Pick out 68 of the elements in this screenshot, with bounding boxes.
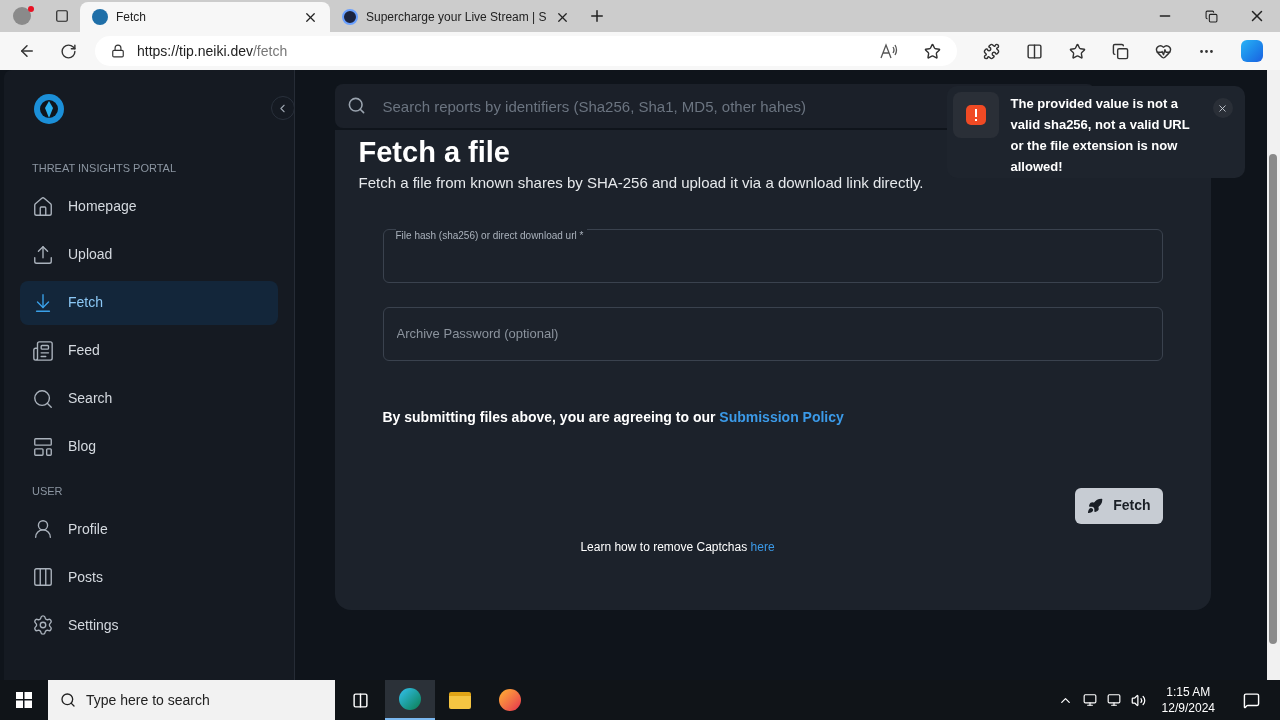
submission-policy-link[interactable]: Submission Policy	[719, 408, 844, 425]
split-screen-icon[interactable]	[1026, 42, 1043, 60]
error-icon	[965, 105, 986, 125]
browser-tab[interactable]: Supercharge your Live Stream | S	[330, 2, 580, 32]
collapse-sidebar-button[interactable]	[270, 96, 294, 120]
collections-icon[interactable]	[1112, 42, 1129, 60]
home-icon	[32, 195, 54, 218]
agreement-text: By submitting files above, you are agreeing to our Submission Policy	[382, 407, 845, 427]
upload-icon	[32, 243, 54, 266]
sidebar-item[interactable]: Settings	[20, 603, 278, 647]
edge-icon[interactable]	[399, 688, 421, 710]
firefox-icon[interactable]	[499, 689, 521, 711]
tab-title: Fetch	[116, 9, 147, 26]
sidebar-item[interactable]: Search	[20, 376, 278, 421]
site-favicon	[342, 9, 358, 25]
search-icon	[60, 692, 76, 708]
tab-actions-icon[interactable]	[55, 9, 69, 23]
restore-icon[interactable]	[1204, 9, 1218, 23]
blog-icon	[32, 435, 54, 458]
extensions-icon[interactable]	[983, 42, 1000, 60]
profile-icon	[32, 518, 54, 540]
read-aloud-icon[interactable]	[880, 43, 898, 59]
captcha-link[interactable]: here	[750, 539, 775, 554]
posts-icon	[32, 566, 54, 588]
sidebar-item[interactable]: Blog	[20, 424, 278, 469]
search-icon	[346, 96, 366, 115]
new-tab-icon[interactable]	[588, 7, 606, 25]
close-icon	[1217, 102, 1228, 114]
sidebar-item[interactable]: Posts	[20, 555, 278, 599]
sidebar-item[interactable]: Fetch	[20, 280, 278, 325]
site-favicon	[92, 9, 108, 25]
notifications-icon[interactable]	[1243, 691, 1260, 709]
feed-icon	[32, 339, 54, 362]
section-heading: THREAT INSIGHTS PORTAL	[31, 161, 178, 176]
input-field[interactable]: Archive Password (optional)	[382, 306, 1163, 361]
captcha-text: Learn how to remove Captchas here	[579, 538, 776, 556]
clock[interactable]: 1:15 AM 12/9/2024	[1155, 684, 1221, 716]
favorite-icon[interactable]	[924, 42, 941, 60]
profile-avatar-icon[interactable]	[13, 7, 31, 25]
copilot-icon[interactable]	[1241, 40, 1263, 62]
lock-icon	[111, 44, 125, 58]
task-view-icon[interactable]	[351, 691, 369, 709]
sidebar-item[interactable]: Upload	[20, 232, 278, 277]
address-bar[interactable]: https://tip.neiki.dev/fetch	[95, 36, 957, 66]
url-text: https://tip.neiki.dev/fetch	[137, 41, 289, 61]
rocket-icon	[1087, 497, 1104, 514]
search-icon	[32, 387, 54, 410]
taskbar-search-field[interactable]: Type here to search	[48, 680, 335, 720]
tab-title: Supercharge your Live Stream | S	[366, 9, 547, 26]
folder-icon[interactable]	[449, 691, 471, 709]
logo-icon	[32, 92, 66, 126]
back-icon[interactable]	[18, 42, 36, 60]
fetch-button[interactable]: Fetch	[1075, 487, 1163, 524]
field-label: File hash (sha256) or direct download url *	[395, 227, 588, 243]
sidebar-item[interactable]: Profile	[20, 507, 278, 551]
browser-tab[interactable]: Fetch	[80, 2, 330, 32]
section-heading: USER	[31, 483, 64, 499]
page-subtitle: Fetch a file from known shares by SHA-256 and upload it via a download link directly.	[358, 173, 925, 193]
browser-essentials-icon[interactable]	[1155, 42, 1172, 60]
sidebar-item[interactable]: Homepage	[20, 184, 278, 229]
volume-icon[interactable]	[1130, 692, 1146, 708]
sidebar-item[interactable]: Feed	[20, 328, 278, 373]
settings-icon	[32, 614, 54, 636]
favorites-list-icon[interactable]	[1069, 42, 1086, 60]
page-title: Fetch a file	[358, 135, 510, 170]
windows-start-icon[interactable]	[16, 692, 32, 708]
reload-icon[interactable]	[60, 42, 77, 60]
close-toast-button[interactable]	[1212, 98, 1233, 118]
